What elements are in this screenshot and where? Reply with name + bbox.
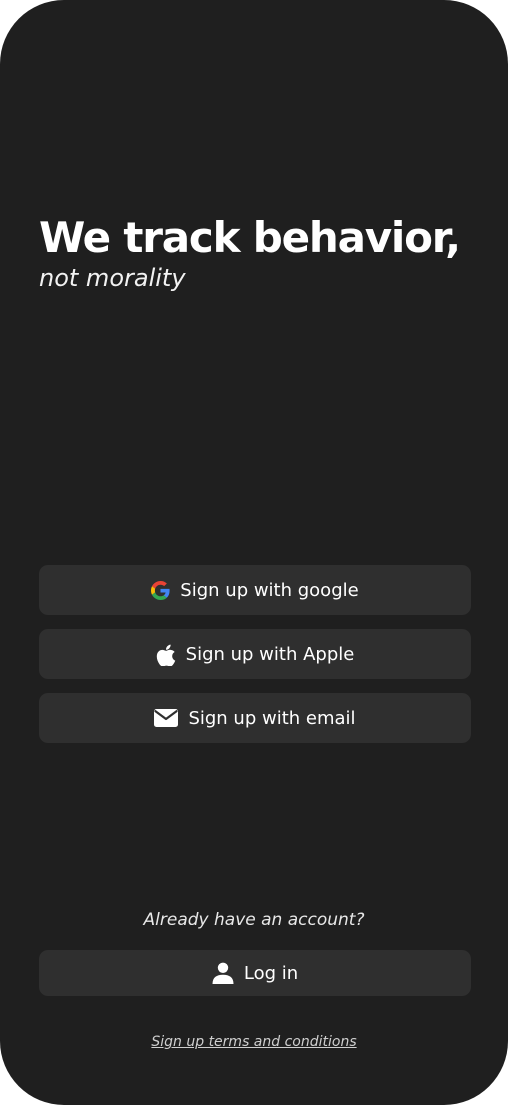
login-label: Log in [243,962,299,984]
signup-google-button[interactable]: Sign up with google [39,565,471,615]
login-prompt: Already have an account? [143,910,365,930]
hero-title: We track behavior, [39,213,461,262]
apple-icon [156,643,176,666]
signup-email-label: Sign up with email [188,707,356,729]
hero-subtitle: not morality [39,264,186,292]
terms-link[interactable]: Sign up terms and conditions [151,1034,356,1050]
signup-google-label: Sign up with google [180,579,359,601]
app-screen: We track behavior, not morality Sign up … [0,0,508,1105]
user-icon [212,962,234,984]
signup-apple-button[interactable]: Sign up with Apple [39,629,471,679]
signup-apple-label: Sign up with Apple [185,643,355,665]
signup-email-button[interactable]: Sign up with email [39,693,471,743]
mail-icon [154,709,179,727]
terms-container: Sign up terms and conditions [0,1031,508,1050]
login-button[interactable]: Log in [39,950,471,996]
google-icon [151,580,170,600]
